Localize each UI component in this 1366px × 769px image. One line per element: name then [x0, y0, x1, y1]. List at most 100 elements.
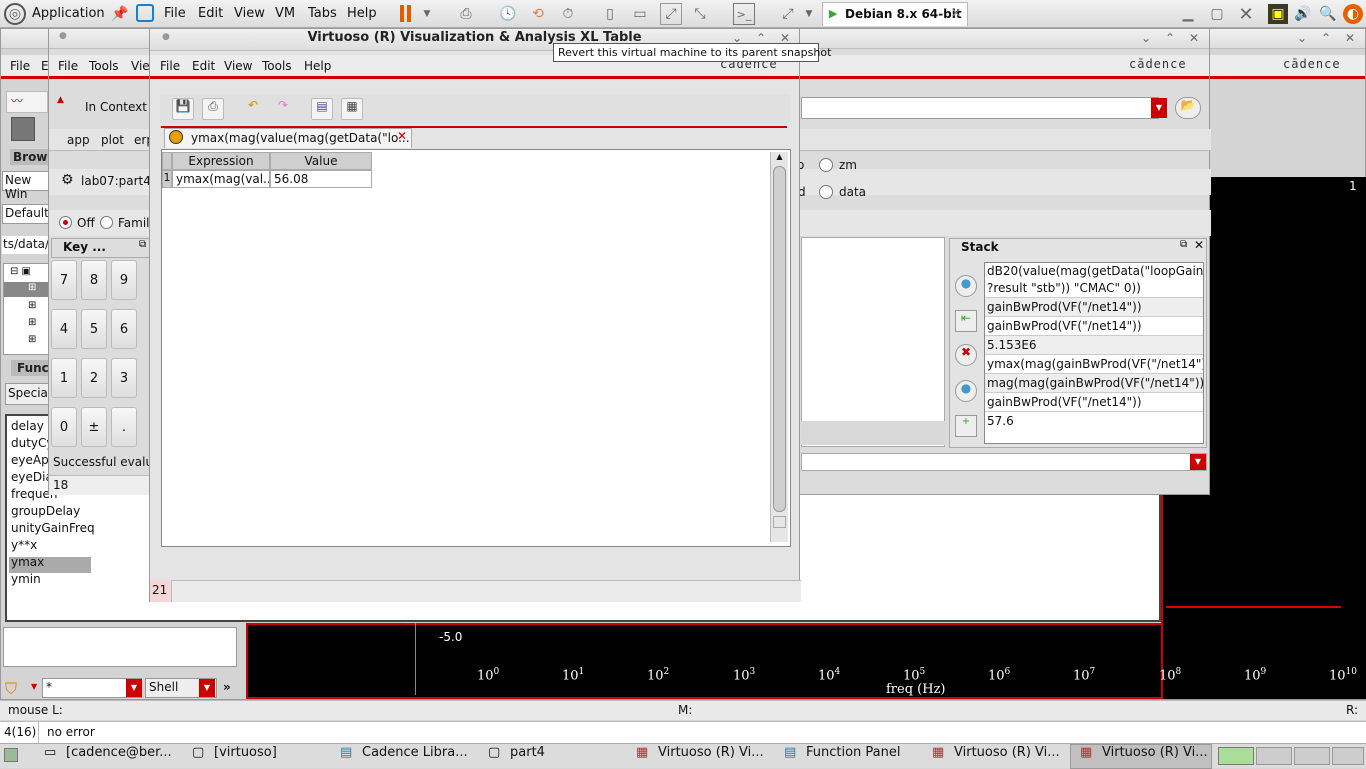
maximize-icon[interactable]: ⌃: [1165, 31, 1175, 45]
collapse-icon[interactable]: ▲: [57, 95, 64, 105]
open-folder-icon[interactable]: 📂: [1175, 97, 1201, 119]
save-icon[interactable]: 💾: [172, 98, 194, 120]
close-icon[interactable]: ✕: [1189, 31, 1199, 45]
maximize-icon[interactable]: ⌃: [1321, 31, 1331, 45]
menu-tools[interactable]: Tools: [262, 59, 292, 73]
filter-icon[interactable]: ⛉: [5, 679, 27, 699]
applications-menu[interactable]: Application: [32, 6, 105, 21]
vmware-icon[interactable]: [136, 4, 154, 22]
library-tree[interactable]: ⊟ ▣ ⊞ ⊞ ⊞ ⊞: [3, 263, 52, 355]
stretch-icon[interactable]: ⤢: [778, 4, 798, 24]
column-header-value[interactable]: Value: [270, 152, 372, 170]
vm-menu-help[interactable]: Help: [347, 6, 377, 21]
table-grid[interactable]: Expression Value 1 ymax(mag(val... 56.08…: [161, 149, 791, 547]
stack-push-icon[interactable]: +: [955, 415, 977, 437]
function-item[interactable]: unityGainFreq: [11, 521, 95, 535]
toolbar-app[interactable]: app: [67, 133, 90, 147]
vm-menu-tabs[interactable]: Tabs: [308, 6, 337, 21]
chevron-down-icon[interactable]: ▼: [199, 679, 215, 697]
tree-expand-icon[interactable]: ⊟ ▣: [10, 266, 50, 280]
taskbar-item[interactable]: [cadence@ber...: [66, 745, 172, 766]
new-window-button[interactable]: New Win: [2, 171, 54, 201]
minimize-icon[interactable]: ▁: [1178, 4, 1198, 24]
unity-icon[interactable]: ⤡: [690, 4, 710, 24]
monitor-icon[interactable]: ▣: [1268, 4, 1288, 24]
key-4[interactable]: 4: [51, 309, 77, 349]
stack-item[interactable]: gainBwProd(VF("/net14")): [985, 317, 1203, 336]
snapshot-icon[interactable]: 🕓: [498, 4, 518, 24]
scroll-up-icon[interactable]: ▲: [773, 152, 786, 164]
close-icon[interactable]: ✕: [1236, 4, 1256, 25]
chevron-down-icon[interactable]: ▼: [802, 5, 816, 23]
stack-item[interactable]: gainBwProd(VF("/net14")): [985, 393, 1203, 412]
workspace-switcher[interactable]: [1332, 747, 1364, 765]
special-button[interactable]: Special: [5, 383, 53, 405]
firefox-icon[interactable]: ◐: [1343, 4, 1363, 24]
redo-icon[interactable]: ↷: [272, 98, 294, 120]
print-icon[interactable]: ⎙: [202, 98, 224, 120]
vm-menu-file[interactable]: File: [164, 6, 186, 21]
key-0[interactable]: 0: [51, 407, 77, 447]
taskbar-item[interactable]: [virtuoso]: [214, 745, 277, 766]
taskbar-item[interactable]: Virtuoso (R) Vi...: [1102, 745, 1208, 766]
function-item[interactable]: groupDelay: [11, 504, 80, 518]
more-icon[interactable]: »: [223, 680, 231, 694]
minimize-icon[interactable]: ⌄: [1297, 31, 1307, 45]
workspace-switcher[interactable]: [1294, 747, 1330, 765]
workspace-switcher[interactable]: [1256, 747, 1292, 765]
close-icon[interactable]: ✕: [1345, 31, 1355, 45]
menu-tools[interactable]: Tools: [89, 59, 119, 73]
key-1[interactable]: 1: [51, 358, 77, 398]
pin-icon[interactable]: 📌: [110, 4, 130, 24]
menu-file[interactable]: File: [58, 59, 78, 73]
menu-view[interactable]: View: [224, 59, 252, 73]
volume-icon[interactable]: 🔊: [1293, 4, 1313, 24]
vertical-scrollbar[interactable]: ▲: [770, 152, 788, 542]
thumbnail-view-icon[interactable]: ▭: [630, 4, 650, 24]
cell-value[interactable]: 56.08: [270, 170, 372, 188]
console-icon[interactable]: >_: [733, 3, 755, 25]
stack-item[interactable]: mag(mag(gainBwProd(VF("/net14")))): [985, 374, 1203, 393]
table-view-icon[interactable]: ▤: [311, 98, 333, 120]
taskbar-item[interactable]: Virtuoso (R) Vi...: [954, 745, 1060, 766]
pause-icon[interactable]: [400, 5, 404, 22]
chevron-down-icon[interactable]: ▼: [1190, 454, 1206, 470]
taskbar-item[interactable]: Cadence Libra...: [362, 745, 468, 766]
stack-insert-icon[interactable]: ⇤: [955, 310, 977, 332]
undock-icon[interactable]: ⧉: [1180, 239, 1187, 250]
key-5[interactable]: 5: [81, 309, 107, 349]
show-desktop-icon[interactable]: [4, 748, 18, 762]
taskbar-item[interactable]: part4: [510, 745, 545, 766]
workspace-switcher[interactable]: [1218, 747, 1254, 765]
key-6[interactable]: 6: [111, 309, 137, 349]
snapshot-manager-icon[interactable]: ⏱: [558, 4, 578, 24]
function-item[interactable]: ymax: [11, 555, 44, 569]
stack-item[interactable]: ?result "stb")) "CMAC" 0)): [985, 279, 1203, 298]
vm-tab[interactable]: ▶ Debian 8.x 64-bit ✕: [822, 2, 968, 26]
chevron-down-icon[interactable]: ▼: [1151, 98, 1167, 118]
minimize-icon[interactable]: ⌄: [1141, 31, 1151, 45]
stack-down-icon[interactable]: ●: [955, 380, 977, 402]
chevron-down-icon[interactable]: ▼: [31, 682, 37, 691]
radio-family[interactable]: [100, 216, 113, 229]
function-item[interactable]: y**x: [11, 538, 37, 552]
close-icon[interactable]: ✕: [397, 129, 407, 143]
maximize-icon[interactable]: ▢: [1207, 4, 1227, 24]
close-icon[interactable]: ✕: [1194, 238, 1204, 252]
function-item[interactable]: eyeDia: [11, 470, 53, 484]
cell-expression[interactable]: ymax(mag(val...: [172, 170, 270, 188]
default-select[interactable]: Default: [2, 204, 52, 224]
key-8[interactable]: 8: [81, 260, 107, 300]
revert-snapshot-icon[interactable]: ⟲: [528, 4, 548, 24]
fullscreen-icon[interactable]: ⤢: [660, 3, 682, 25]
vm-menu-edit[interactable]: Edit: [198, 6, 223, 21]
stack-delete-icon[interactable]: ✖: [955, 344, 977, 366]
key-9[interactable]: 9: [111, 260, 137, 300]
menu-edit[interactable]: Edit: [192, 59, 215, 73]
menu-file[interactable]: File: [10, 59, 30, 73]
stack-item[interactable]: 57.6: [985, 412, 1203, 431]
menu-file[interactable]: File: [160, 59, 180, 73]
search-icon[interactable]: 🔍: [1318, 4, 1338, 24]
chevron-down-icon[interactable]: ▼: [126, 679, 142, 697]
taskbar-item[interactable]: Virtuoso (R) Vi...: [658, 745, 764, 766]
